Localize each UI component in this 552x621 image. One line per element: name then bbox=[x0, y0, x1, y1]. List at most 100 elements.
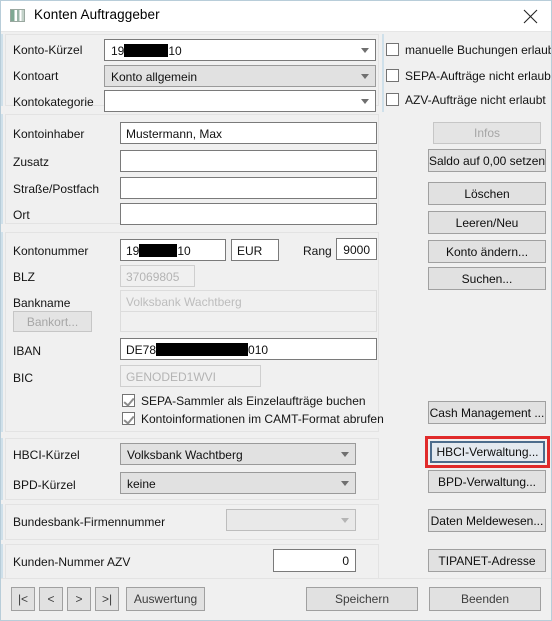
bottom-toolbar: |< < > >| Auswertung Speichern Beenden bbox=[1, 578, 551, 620]
checkbox-manuelle-buchungen[interactable]: manuelle Buchungen erlaubt bbox=[386, 43, 552, 57]
leeren-neu-button[interactable]: Leeren/Neu bbox=[428, 211, 546, 234]
section-rail-3 bbox=[1, 232, 3, 432]
bundesbank-firmennummer-combo bbox=[226, 509, 356, 531]
kontokategorie-label: Kontokategorie bbox=[13, 95, 94, 109]
checkbox-box[interactable] bbox=[122, 394, 135, 407]
kunden-nummer-azv-input[interactable]: 0 bbox=[273, 549, 356, 572]
konten-auftraggeber-window: Konten Auftraggeber Konto-Kürzel 19 10 Ko… bbox=[0, 0, 552, 621]
checkbox-label: Kontoinformationen im CAMT-Format abrufe… bbox=[141, 412, 384, 426]
daten-meldewesen-button[interactable]: Daten Meldewesen... bbox=[428, 509, 546, 532]
konto-kuerzel-combo[interactable]: 19 10 bbox=[104, 39, 376, 61]
kontoinhaber-label: Kontoinhaber bbox=[13, 127, 85, 141]
kontokategorie-combo[interactable] bbox=[104, 90, 376, 112]
tipanet-adresse-button[interactable]: TIPANET-Adresse bbox=[428, 549, 546, 572]
suchen-button[interactable]: Suchen... bbox=[428, 267, 546, 290]
section-rail-2 bbox=[1, 114, 3, 224]
bankort-input bbox=[120, 311, 377, 332]
section-rail-4 bbox=[1, 438, 3, 500]
blz-input: 37069805 bbox=[120, 265, 195, 287]
iban-prefix: DE78 bbox=[126, 343, 157, 357]
rang-input[interactable]: 9000 bbox=[336, 238, 377, 260]
checkbox-rail bbox=[382, 34, 384, 112]
konto-kuerzel-label: Konto-Kürzel bbox=[13, 43, 83, 57]
checkbox-azv-auftraege[interactable]: AZV-Aufträge nicht erlaubt bbox=[386, 93, 546, 107]
strasse-postfach-input[interactable] bbox=[120, 177, 377, 199]
kontoart-combo[interactable]: Konto allgemein bbox=[104, 65, 376, 87]
kontoart-value: Konto allgemein bbox=[111, 70, 198, 84]
kontonummer-label: Kontonummer bbox=[13, 244, 89, 258]
bic-label: BIC bbox=[13, 371, 34, 385]
checkbox-label: SEPA-Aufträge nicht erlaubt bbox=[405, 69, 552, 83]
kontonummer-input[interactable]: 19 10 bbox=[120, 239, 226, 261]
iban-suffix: 010 bbox=[248, 343, 269, 357]
close-icon[interactable] bbox=[507, 1, 551, 31]
checkbox-label: AZV-Aufträge nicht erlaubt bbox=[405, 93, 546, 107]
chevron-down-icon bbox=[361, 48, 369, 53]
zusatz-label: Zusatz bbox=[13, 155, 50, 169]
account-book-icon bbox=[10, 9, 25, 22]
chevron-down-icon bbox=[341, 518, 349, 523]
title-bar: Konten Auftraggeber bbox=[1, 1, 551, 32]
chevron-down-icon bbox=[361, 99, 369, 104]
konto-aendern-button[interactable]: Konto ändern... bbox=[428, 240, 546, 263]
blz-label: BLZ bbox=[13, 270, 36, 284]
kunden-nummer-azv-label: Kunden-Nummer AZV bbox=[13, 555, 131, 569]
checkbox-sepa-auftraege[interactable]: SEPA-Aufträge nicht erlaubt bbox=[386, 69, 552, 83]
section-rail-6 bbox=[1, 544, 3, 580]
kontoart-label: Kontoart bbox=[13, 69, 59, 83]
bic-input: GENODED1WVI bbox=[120, 365, 261, 387]
hbci-verwaltung-button[interactable]: HBCI-Verwaltung... bbox=[430, 441, 545, 463]
rang-label: Rang bbox=[303, 244, 332, 258]
section-rail-5 bbox=[1, 504, 3, 540]
konto-kuerzel-value-suffix: 10 bbox=[168, 44, 182, 58]
strasse-postfach-label: Straße/Postfach bbox=[13, 182, 100, 196]
iban-input[interactable]: DE78 010 bbox=[120, 338, 377, 360]
konto-kuerzel-redaction bbox=[124, 44, 169, 57]
checkbox-camt-format[interactable]: Kontoinformationen im CAMT-Format abrufe… bbox=[122, 412, 384, 426]
bpd-verwaltung-button[interactable]: BPD-Verwaltung... bbox=[428, 470, 546, 493]
window-title: Konten Auftraggeber bbox=[34, 7, 160, 22]
hbci-kuerzel-label: HBCI-Kürzel bbox=[13, 448, 80, 462]
bankort-button: Bankort... bbox=[13, 311, 92, 332]
kontonummer-suffix: 10 bbox=[177, 244, 191, 258]
checkbox-box[interactable] bbox=[386, 43, 399, 56]
speichern-button[interactable]: Speichern bbox=[306, 587, 418, 611]
auswertung-button[interactable]: Auswertung bbox=[126, 587, 205, 611]
checkbox-box[interactable] bbox=[386, 93, 399, 106]
checkbox-label: manuelle Buchungen erlaubt bbox=[405, 43, 552, 57]
ort-input[interactable] bbox=[120, 203, 377, 225]
bpd-kuerzel-value: keine bbox=[127, 477, 156, 491]
section-rail-1 bbox=[1, 34, 3, 106]
last-record-button[interactable]: >| bbox=[95, 587, 119, 611]
chevron-down-icon bbox=[341, 452, 349, 457]
kontonummer-prefix: 19 bbox=[126, 244, 140, 258]
infos-button: Infos bbox=[433, 122, 541, 144]
kontoinhaber-input[interactable]: Mustermann, Max bbox=[120, 122, 377, 144]
bankname-label: Bankname bbox=[13, 296, 71, 310]
bpd-kuerzel-combo[interactable]: keine bbox=[120, 472, 356, 494]
chevron-down-icon bbox=[361, 74, 369, 79]
cash-management-button[interactable]: Cash Management ... bbox=[428, 401, 546, 424]
checkbox-box[interactable] bbox=[122, 412, 135, 425]
ort-label: Ort bbox=[13, 208, 30, 222]
bundesbank-firmennummer-label: Bundesbank-Firmennummer bbox=[13, 515, 166, 529]
next-record-button[interactable]: > bbox=[67, 587, 91, 611]
zusatz-input[interactable] bbox=[120, 150, 377, 172]
checkbox-box[interactable] bbox=[386, 69, 399, 82]
saldo-auf-null-setzen-button[interactable]: Saldo auf 0,00 setzen bbox=[428, 149, 546, 172]
checkbox-sepa-sammler[interactable]: SEPA-Sammler als Einzelaufträge buchen bbox=[122, 394, 366, 408]
checkbox-label: SEPA-Sammler als Einzelaufträge buchen bbox=[141, 394, 366, 408]
iban-redaction bbox=[156, 343, 249, 356]
konto-kuerzel-value-prefix: 19 bbox=[111, 44, 125, 58]
previous-record-button[interactable]: < bbox=[39, 587, 63, 611]
iban-label: IBAN bbox=[13, 344, 42, 358]
hbci-kuerzel-combo[interactable]: Volksbank Wachtberg bbox=[120, 443, 356, 465]
currency-input[interactable]: EUR bbox=[231, 239, 279, 261]
bankname-input: Volksbank Wachtberg bbox=[120, 290, 377, 312]
first-record-button[interactable]: |< bbox=[11, 587, 35, 611]
chevron-down-icon bbox=[341, 481, 349, 486]
beenden-button[interactable]: Beenden bbox=[429, 587, 541, 611]
kontonummer-redaction bbox=[139, 244, 178, 257]
loeschen-button[interactable]: Löschen bbox=[428, 182, 546, 205]
hbci-kuerzel-value: Volksbank Wachtberg bbox=[127, 448, 243, 462]
